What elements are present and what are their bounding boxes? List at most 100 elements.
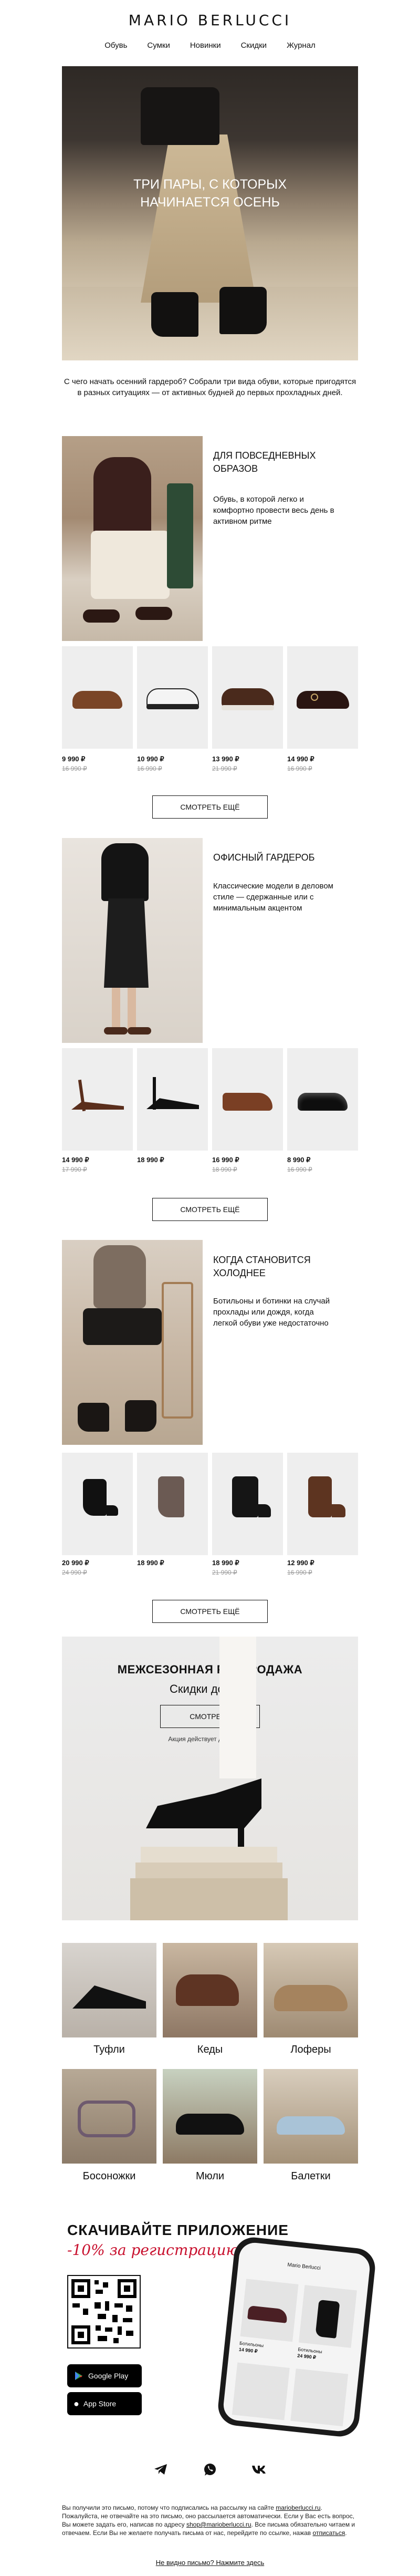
whatsapp-icon[interactable] [200, 2459, 220, 2480]
heel [153, 1077, 156, 1110]
mule-black-icon [146, 1778, 261, 1828]
chair [167, 483, 193, 588]
category-label[interactable]: Балетки [264, 2170, 358, 2182]
unsubscribe-link[interactable]: отписаться [313, 2529, 345, 2537]
qr-code-icon [71, 2279, 136, 2344]
product-card[interactable] [62, 1048, 133, 1151]
app-title: СКАЧИВАЙТЕ ПРИЛОЖЕНИЕ [67, 2222, 289, 2238]
product-card[interactable] [62, 1453, 133, 1555]
model-trousers [91, 531, 170, 599]
product-card[interactable] [212, 646, 283, 749]
product-old-price: 16 990 ₽ [137, 765, 162, 772]
qr-code[interactable] [67, 2275, 141, 2349]
product-card[interactable] [287, 646, 358, 749]
hero-title-line-2: НАЧИНАЕТСЯ ОСЕНЬ [140, 195, 280, 210]
product-price: 14 990 ₽ [62, 1156, 89, 1164]
product-card[interactable] [212, 1453, 283, 1555]
intro-text: С чего начать осенний гардероб? Собрали … [64, 377, 356, 397]
sandal-icon [78, 2101, 135, 2137]
boot-icon [315, 2300, 340, 2339]
apple-icon: ● [74, 2398, 79, 2409]
model-top [93, 457, 151, 536]
product-card[interactable] [212, 1048, 283, 1151]
nav-item-new[interactable]: Новинки [190, 41, 221, 50]
category-label[interactable]: Туфли [62, 2044, 156, 2056]
product-old-price: 16 990 ₽ [287, 1166, 312, 1173]
phone-product-tile [298, 2285, 357, 2348]
nav-item-sale[interactable]: Скидки [241, 41, 267, 50]
category-ballet-flats[interactable] [264, 2069, 358, 2164]
ankle-boot-grey-icon [158, 1476, 184, 1517]
footer-text: Вы получили это письмо, потому что подпи… [62, 2504, 355, 2537]
category-label[interactable]: Босоножки [62, 2170, 156, 2182]
sale-note: Акция действует до 25.09.25 [168, 1735, 252, 1743]
model-leg [112, 988, 120, 1030]
phone-product-tile [290, 2368, 349, 2427]
google-play-label: Google Play [88, 2372, 129, 2380]
hero-boot-right [219, 287, 267, 334]
section-cold-image[interactable] [62, 1240, 203, 1445]
category-label[interactable]: Лоферы [264, 2044, 358, 2056]
see-more-button[interactable]: СМОТРЕТЬ ЕЩЁ [152, 795, 268, 819]
section-casual-text: Обувь, в которой легко и комфортно прове… [213, 495, 334, 526]
category-sandals[interactable] [62, 2069, 156, 2164]
category-pumps[interactable] [62, 1943, 156, 2037]
sneaker-icon [176, 1974, 239, 2006]
section-cold-title: КОГДА СТАНОВИТСЯ ХОЛОДНЕЕ [213, 1255, 311, 1278]
category-mules[interactable] [163, 2069, 257, 2164]
footer-line: Вы получили это письмо, потому что подпи… [62, 2504, 274, 2511]
product-card[interactable] [137, 1453, 208, 1555]
see-more-button[interactable]: СМОТРЕТЬ ЕЩЁ [152, 1600, 268, 1623]
google-play-icon [75, 2372, 82, 2380]
google-play-button[interactable]: Google Play [67, 2364, 142, 2387]
chair [162, 1282, 193, 1419]
product-old-price: 18 990 ₽ [212, 1166, 237, 1173]
hero-banner[interactable]: ТРИ ПАРЫ, С КОТОРЫХ НАЧИНАЕТСЯ ОСЕНЬ [62, 66, 358, 360]
nav-item-shoes[interactable]: Обувь [104, 41, 127, 50]
hero-bag-image [141, 87, 219, 145]
model-leg-sock [219, 1637, 256, 1778]
ballet-flat-icon [277, 2116, 345, 2135]
vk-icon[interactable] [249, 2459, 270, 2480]
telegram-icon[interactable] [150, 2459, 171, 2480]
product-card[interactable] [137, 1048, 208, 1151]
category-loafers[interactable] [264, 1943, 358, 2037]
category-sneakers[interactable] [163, 1943, 257, 2037]
product-old-price: 16 990 ₽ [287, 1569, 312, 1576]
category-label[interactable]: Кеды [163, 2044, 257, 2056]
app-store-button[interactable]: ● App Store [67, 2392, 142, 2415]
email-link[interactable]: shop@marioberlucci.ru [186, 2521, 251, 2528]
chelsea-brown-icon [308, 1476, 332, 1517]
pump-brown-icon [71, 1101, 124, 1110]
section-casual-title: ДЛЯ ПОВСЕДНЕВНЫХ ОБРАЗОВ [213, 450, 316, 474]
category-label[interactable]: Мюли [163, 2170, 257, 2182]
product-card[interactable] [62, 646, 133, 749]
loafer-black-patent-icon [298, 1093, 348, 1111]
see-more-button[interactable]: СМОТРЕТЬ ЕЩЁ [152, 1198, 268, 1221]
product-price: 20 990 ₽ [62, 1559, 89, 1567]
section-casual-image[interactable] [62, 436, 203, 641]
sale-banner[interactable]: МЕЖСЕЗОННАЯ РАСПРОДАЖА Скидки до 60% СМО… [62, 1637, 358, 1920]
model-skirt [83, 1308, 162, 1345]
brand-logo[interactable]: MARIO BERLUCCI [0, 12, 420, 29]
hero-title-line-1: ТРИ ПАРЫ, С КОТОРЫХ [133, 177, 287, 192]
shoe-icon [247, 2305, 288, 2323]
section-cold-text: Ботильоны и ботинки на случай прохлады и… [213, 1297, 330, 1328]
site-link[interactable]: marioberlucci.ru [276, 2504, 320, 2511]
product-card[interactable] [137, 646, 208, 749]
section-office-title: ОФИСНЫЙ ГАРДЕРОБ [213, 852, 315, 863]
product-card[interactable] [287, 1048, 358, 1151]
paper-stack [141, 1847, 277, 1863]
product-price: 18 990 ₽ [212, 1559, 239, 1567]
product-card[interactable] [287, 1453, 358, 1555]
loafer-icon [274, 1985, 348, 2011]
lace-boot-black-icon [232, 1476, 258, 1517]
view-in-browser-link[interactable]: Не видно письмо? Нажмите здесь [0, 2559, 420, 2567]
nav-item-journal[interactable]: Журнал [287, 41, 316, 50]
section-office-text: Классические модели в деловом стиле — сд… [213, 882, 333, 913]
hero-skirt-figure [141, 135, 256, 303]
model-shoe-left [83, 609, 120, 623]
nav-item-bags[interactable]: Сумки [147, 41, 170, 50]
app-store-label: App Store [83, 2399, 117, 2408]
section-office-image[interactable] [62, 838, 203, 1043]
